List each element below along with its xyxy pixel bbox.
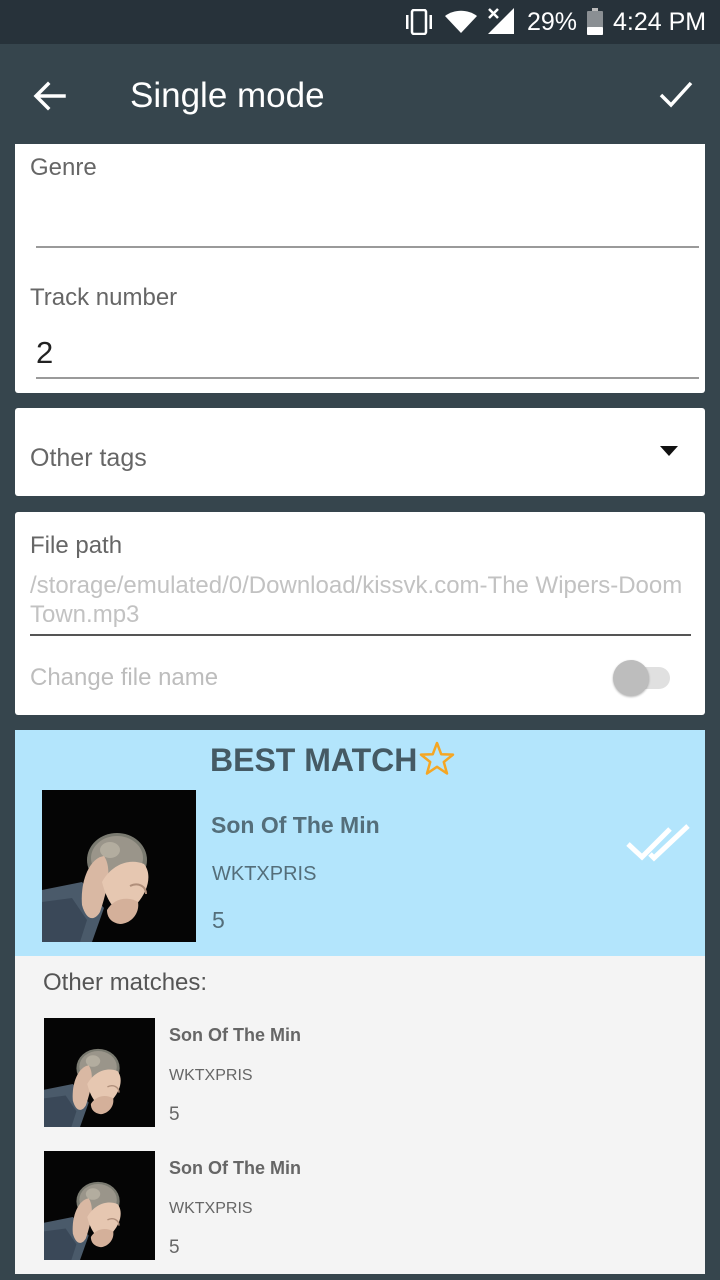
status-bar: 29% 4:24 PM xyxy=(0,0,720,44)
toggle-thumb[interactable] xyxy=(613,660,649,696)
genre-label: Genre xyxy=(30,154,97,181)
track-number-field[interactable]: 2 xyxy=(36,335,53,371)
battery-percent: 29% xyxy=(527,8,578,36)
album-art-image xyxy=(42,790,196,942)
battery-icon xyxy=(587,8,603,35)
match-number: 5 xyxy=(169,1104,180,1125)
tag-fields-card: Genre Track number 2 xyxy=(15,144,705,393)
list-item[interactable]: Son Of The Min WKTXPRIS 5 xyxy=(44,1018,684,1128)
file-path-underline xyxy=(30,634,691,636)
best-match-heading: BEST MATCH xyxy=(210,742,418,778)
other-matches-section: Other matches: Son Of The Min WKTXPRIS 5… xyxy=(15,956,705,1274)
match-title: Son Of The Min xyxy=(169,1158,301,1178)
track-number-underline xyxy=(36,377,699,379)
dropdown-caret-icon xyxy=(660,446,678,456)
list-item[interactable]: Son Of The Min WKTXPRIS 5 xyxy=(44,1151,684,1261)
arrow-back-icon[interactable] xyxy=(30,76,70,116)
other-tags-dropdown[interactable]: Other tags xyxy=(15,408,705,496)
best-match-card[interactable]: BEST MATCH Son Of The Min WKTXPRIS 5 xyxy=(15,730,705,956)
album-art-image xyxy=(44,1018,155,1127)
track-number-label: Track number xyxy=(30,284,178,311)
app-bar: Single mode xyxy=(0,44,720,144)
match-number: 5 xyxy=(169,1237,180,1258)
other-tags-label: Other tags xyxy=(30,444,147,472)
best-match-title: Son Of The Min xyxy=(211,812,380,838)
signal-icon xyxy=(488,8,514,34)
vibrate-icon xyxy=(406,9,432,35)
clock: 4:24 PM xyxy=(613,8,707,36)
page-title: Single mode xyxy=(130,76,325,115)
wifi-icon xyxy=(445,10,477,33)
other-matches-heading: Other matches: xyxy=(43,969,208,996)
star-icon xyxy=(419,741,455,775)
file-path-field[interactable]: /storage/emulated/0/Download/kissvk.com-… xyxy=(30,571,690,629)
match-artist: WKTXPRIS xyxy=(169,1200,253,1217)
match-artist: WKTXPRIS xyxy=(169,1067,253,1084)
best-match-artist: WKTXPRIS xyxy=(212,863,317,885)
best-match-number: 5 xyxy=(212,907,225,933)
genre-underline xyxy=(36,246,699,248)
check-icon[interactable] xyxy=(656,74,696,114)
album-art-image xyxy=(44,1151,155,1260)
file-card: File path /storage/emulated/0/Download/k… xyxy=(15,512,705,715)
double-check-icon[interactable] xyxy=(626,822,692,866)
change-file-name-label: Change file name xyxy=(30,664,219,691)
match-title: Son Of The Min xyxy=(169,1025,301,1045)
file-path-label: File path xyxy=(30,532,123,559)
